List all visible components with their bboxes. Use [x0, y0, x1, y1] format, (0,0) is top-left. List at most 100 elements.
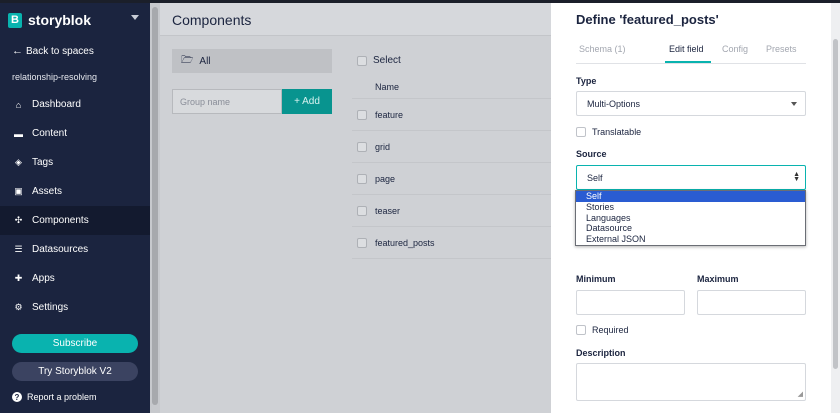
- puzzle-icon: ✚: [14, 273, 23, 283]
- required-checkbox[interactable]: [576, 325, 586, 335]
- row-name: teaser: [375, 205, 401, 216]
- tab-presets[interactable]: Presets: [766, 44, 797, 54]
- row-checkbox[interactable]: [357, 237, 367, 248]
- folder-open-icon: 🗁: [181, 54, 194, 66]
- source-dropdown[interactable]: Self Stories Languages Datasource Extern…: [575, 190, 806, 246]
- folder-icon: ▬: [14, 128, 23, 139]
- translatable-option[interactable]: Translatable: [576, 127, 641, 137]
- source-option-stories[interactable]: Stories: [576, 202, 805, 213]
- database-icon: ☰: [14, 244, 23, 254]
- table-row[interactable]: grid: [352, 130, 551, 162]
- help-icon: ?: [12, 392, 22, 402]
- table-row[interactable]: teaser: [352, 194, 551, 226]
- storyblok-logo-icon: B: [8, 12, 22, 28]
- source-value: Self: [587, 172, 603, 183]
- source-select[interactable]: Self ▲ ▼: [576, 165, 806, 190]
- sidebar-item-components[interactable]: ✣ Components: [0, 206, 150, 235]
- active-tab-indicator: [665, 61, 711, 63]
- arrow-left-icon: ←: [12, 45, 23, 57]
- image-icon: ▣: [14, 186, 23, 196]
- row-checkbox[interactable]: [357, 205, 367, 216]
- row-name: featured_posts: [375, 237, 435, 248]
- tab-edit-field[interactable]: Edit field: [669, 44, 704, 54]
- row-checkbox[interactable]: [357, 141, 367, 152]
- type-value: Multi-Options: [587, 98, 641, 109]
- scrollbar[interactable]: [150, 3, 160, 413]
- sidebar-item-dashboard[interactable]: ⌂ Dashboard: [0, 90, 150, 119]
- back-to-spaces-link[interactable]: ← Back to spaces: [12, 45, 94, 57]
- chevron-down-icon: [791, 102, 797, 106]
- select-all-checkbox[interactable]: [357, 55, 367, 66]
- row-name: page: [375, 173, 396, 184]
- home-icon: ⌂: [15, 99, 22, 110]
- table-row[interactable]: page: [352, 162, 551, 194]
- panel-title: Define 'featured_posts': [576, 12, 719, 27]
- try-v2-button[interactable]: Try Storyblok V2: [12, 362, 138, 381]
- select-label: Select: [373, 55, 401, 66]
- brand[interactable]: B storyblok: [8, 12, 91, 28]
- sidebar-item-label: Settings: [32, 302, 69, 313]
- sidebar-item-label: Tags: [32, 157, 54, 168]
- sidebar-item-label: Components: [32, 215, 89, 226]
- report-label: Report a problem: [27, 392, 97, 402]
- source-option-datasource[interactable]: Datasource: [576, 223, 805, 234]
- add-group-button[interactable]: + Add: [282, 89, 332, 114]
- panel-tabs: Schema (1) Edit field Config Presets: [576, 38, 806, 64]
- page-title: Components: [172, 12, 252, 28]
- folder-all[interactable]: 🗁 All: [172, 49, 332, 73]
- group-name-input[interactable]: Group name: [172, 89, 282, 114]
- column-header-name: Name: [375, 82, 400, 92]
- back-label: Back to spaces: [26, 45, 94, 57]
- sidebar: B storyblok ← Back to spaces relationshi…: [0, 3, 150, 413]
- description-label: Description: [576, 348, 626, 358]
- space-name: relationship-resolving: [12, 72, 98, 82]
- chevron-down-icon[interactable]: [131, 15, 139, 20]
- table-row[interactable]: feature: [352, 98, 551, 130]
- sidebar-item-label: Apps: [32, 273, 55, 284]
- source-option-external-json[interactable]: External JSON: [576, 234, 805, 245]
- sidebar-item-label: Content: [32, 128, 68, 139]
- tags-icon: ◈: [15, 157, 22, 167]
- maximum-input[interactable]: [697, 290, 806, 315]
- sidebar-item-tags[interactable]: ◈ Tags: [0, 148, 150, 177]
- row-checkbox[interactable]: [357, 173, 367, 184]
- select-all[interactable]: Select: [357, 55, 401, 66]
- brand-name: storyblok: [28, 12, 92, 28]
- translatable-checkbox[interactable]: [576, 127, 586, 137]
- panel-scrollbar[interactable]: [831, 3, 840, 413]
- scrollbar-thumb[interactable]: [152, 7, 158, 405]
- required-option[interactable]: Required: [576, 325, 629, 335]
- sidebar-item-datasources[interactable]: ☰ Datasources: [0, 235, 150, 264]
- type-select[interactable]: Multi-Options: [576, 91, 806, 116]
- maximum-label: Maximum: [697, 274, 739, 284]
- components-icon: ✣: [14, 215, 23, 225]
- folder-label: All: [199, 55, 211, 67]
- type-label: Type: [576, 76, 597, 86]
- sidebar-item-assets[interactable]: ▣ Assets: [0, 177, 150, 206]
- sidebar-item-content[interactable]: ▬ Content: [0, 119, 150, 148]
- updown-arrows-icon: ▲ ▼: [793, 171, 800, 183]
- report-problem-link[interactable]: ? Report a problem: [12, 392, 97, 402]
- tab-config[interactable]: Config: [722, 44, 748, 54]
- subscribe-button[interactable]: Subscribe: [12, 334, 138, 353]
- gear-icon: ⚙: [14, 302, 23, 312]
- description-textarea[interactable]: ◢: [576, 363, 806, 401]
- sidebar-item-settings[interactable]: ⚙ Settings: [0, 293, 150, 322]
- sidebar-item-label: Assets: [32, 186, 63, 197]
- tab-schema[interactable]: Schema (1): [579, 44, 626, 54]
- panel-scrollbar-thumb[interactable]: [833, 39, 838, 369]
- main-header: Components: [160, 3, 551, 36]
- minimum-input[interactable]: [576, 290, 685, 315]
- row-checkbox[interactable]: [357, 109, 367, 120]
- sidebar-item-label: Dashboard: [32, 99, 81, 110]
- minimum-label: Minimum: [576, 274, 616, 284]
- components-main: Components 🗁 All Group name + Add Select…: [160, 3, 551, 413]
- required-label: Required: [592, 325, 629, 335]
- table-row[interactable]: featured_posts: [352, 226, 551, 258]
- source-option-languages[interactable]: Languages: [576, 213, 805, 224]
- row-name: grid: [375, 141, 391, 152]
- resize-grip-icon[interactable]: ◢: [798, 390, 803, 398]
- sidebar-item-apps[interactable]: ✚ Apps: [0, 264, 150, 293]
- source-option-self[interactable]: Self: [576, 191, 805, 202]
- divider: [352, 258, 551, 259]
